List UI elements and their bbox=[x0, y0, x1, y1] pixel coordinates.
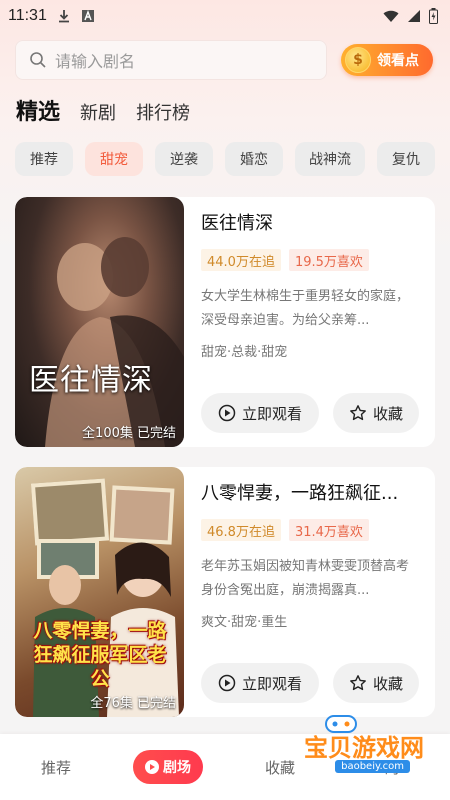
battery-icon bbox=[429, 8, 438, 24]
star-icon bbox=[350, 675, 366, 691]
status-bar: 11:31 bbox=[0, 0, 450, 32]
drama-description: 老年苏玉娟因被知青林雯雯顶替高考身份含冤出庭，崩溃揭露真... bbox=[201, 559, 410, 598]
play-circle-icon bbox=[218, 674, 236, 692]
coin-icon: $ bbox=[345, 47, 371, 73]
episode-count: 全100集 已完结 bbox=[82, 426, 176, 441]
search-row: 请输入剧名 $ 领看点 bbox=[15, 40, 435, 80]
drama-info: 医往情深 44.0万在追 19.5万喜欢 女大学生林棉生于重男轻女的家庭，深受母… bbox=[201, 209, 419, 360]
reward-label: 领看点 bbox=[377, 53, 419, 69]
top-tabs: 精选 新剧 排行榜 bbox=[16, 94, 190, 126]
likes-badge: 31.4万喜欢 bbox=[288, 519, 369, 541]
star-icon bbox=[350, 405, 366, 421]
search-icon bbox=[30, 52, 46, 68]
favorite-button[interactable]: 收藏 bbox=[333, 393, 419, 433]
tab-new[interactable]: 新剧 bbox=[80, 99, 116, 125]
drama-poster[interactable]: 医往情深 全100集 已完结 bbox=[15, 197, 184, 447]
watch-now-button[interactable]: 立即观看 bbox=[201, 663, 319, 703]
watermark-url: baobeiy.com bbox=[335, 760, 410, 773]
status-time: 11:31 bbox=[8, 7, 47, 24]
drama-description: 女大学生林棉生于重男轻女的家庭，深受母亲迫害。为给父亲筹... bbox=[201, 289, 410, 328]
poster-title: 八零悍妻，一路狂飙征服军区老公 bbox=[33, 620, 167, 690]
drama-actions: 立即观看 收藏 bbox=[201, 663, 419, 703]
nav-theater-pill[interactable]: 剧场 bbox=[133, 750, 203, 784]
favorite-label: 收藏 bbox=[372, 674, 403, 693]
wifi-icon bbox=[383, 10, 399, 22]
favorite-button[interactable]: 收藏 bbox=[333, 663, 419, 703]
drama-card[interactable]: 医往情深 全100集 已完结 医往情深 44.0万在追 19.5万喜欢 女大学生… bbox=[15, 197, 435, 447]
poster-title: 医往情深 bbox=[29, 363, 153, 398]
likes-badge: 19.5万喜欢 bbox=[288, 249, 369, 271]
watch-now-label: 立即观看 bbox=[241, 674, 302, 693]
tab-featured[interactable]: 精选 bbox=[16, 94, 60, 126]
drama-title[interactable]: 医往情深 bbox=[201, 209, 419, 235]
chip-romance[interactable]: 婚恋 bbox=[225, 142, 283, 176]
font-a-icon bbox=[81, 10, 94, 22]
drama-tags: 爽文·甜宠·重生 bbox=[201, 615, 288, 630]
play-icon bbox=[145, 760, 159, 774]
download-icon bbox=[58, 10, 69, 23]
watermark-text: 宝贝游戏网 bbox=[304, 734, 424, 762]
play-circle-icon bbox=[218, 404, 236, 422]
reward-button[interactable]: $ 领看点 bbox=[341, 44, 433, 76]
followers-badge: 44.0万在追 bbox=[201, 249, 281, 271]
chip-revenge[interactable]: 复仇 bbox=[377, 142, 435, 176]
drama-tags: 甜宠·总裁·甜宠 bbox=[201, 345, 288, 360]
watch-now-button[interactable]: 立即观看 bbox=[201, 393, 319, 433]
nav-theater-label: 剧场 bbox=[163, 760, 191, 776]
category-chips: 推荐 甜宠 逆袭 婚恋 战神流 复仇 bbox=[15, 142, 435, 176]
nav-theater[interactable]: 剧场 bbox=[112, 750, 224, 784]
followers-badge: 46.8万在追 bbox=[201, 519, 281, 541]
search-placeholder: 请输入剧名 bbox=[55, 52, 136, 71]
chip-counterattack[interactable]: 逆袭 bbox=[155, 142, 213, 176]
drama-title[interactable]: 八零悍妻，一路狂飙征... bbox=[201, 479, 419, 505]
watch-now-label: 立即观看 bbox=[241, 404, 302, 423]
poster-figures-icon bbox=[45, 237, 184, 447]
signal-icon bbox=[408, 10, 420, 22]
search-input[interactable]: 请输入剧名 bbox=[15, 40, 327, 80]
episode-count: 全76集 已完结 bbox=[90, 696, 176, 711]
drama-card[interactable]: 八零悍妻，一路狂飙征服军区老公 全76集 已完结 八零悍妻，一路狂飙征... 4… bbox=[15, 467, 435, 717]
drama-poster[interactable]: 八零悍妻，一路狂飙征服军区老公 全76集 已完结 bbox=[15, 467, 184, 717]
nav-recommend[interactable]: 推荐 bbox=[0, 757, 112, 778]
tab-ranking[interactable]: 排行榜 bbox=[136, 99, 190, 125]
drama-actions: 立即观看 收藏 bbox=[201, 393, 419, 433]
chip-war-god[interactable]: 战神流 bbox=[295, 142, 365, 176]
drama-info: 八零悍妻，一路狂飙征... 46.8万在追 31.4万喜欢 老年苏玉娟因被知青林… bbox=[201, 479, 419, 630]
chip-sweet[interactable]: 甜宠 bbox=[85, 142, 143, 176]
chip-recommend[interactable]: 推荐 bbox=[15, 142, 73, 176]
site-watermark: 宝贝游戏网 baobeiy.com bbox=[294, 715, 424, 788]
favorite-label: 收藏 bbox=[372, 404, 403, 423]
